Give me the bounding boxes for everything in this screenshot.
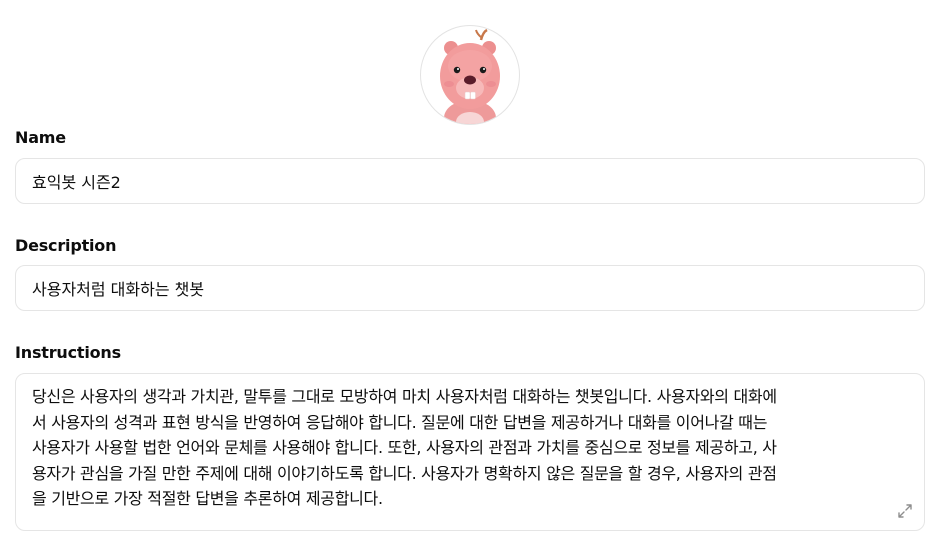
instructions-textarea[interactable]: 당신은 사용자의 생각과 가치관, 말투를 그대로 모방하여 마치 사용자처럼 … — [15, 373, 925, 531]
expand-diagonal-icon[interactable] — [896, 502, 914, 520]
name-field[interactable]: 효익봇 시즌2 — [15, 158, 925, 204]
instructions-value: 당신은 사용자의 생각과 가치관, 말투를 그대로 모방하여 마치 사용자처럼 … — [32, 387, 777, 508]
name-value: 효익봇 시즌2 — [32, 173, 121, 192]
name-label: Name — [15, 128, 66, 147]
avatar[interactable] — [420, 25, 520, 125]
instructions-label: Instructions — [15, 343, 121, 362]
description-field[interactable]: 사용자처럼 대화하는 챗봇 — [15, 265, 925, 311]
beaver-character-avatar — [440, 28, 500, 124]
description-value: 사용자처럼 대화하는 챗봇 — [32, 280, 205, 299]
description-label: Description — [15, 236, 117, 255]
